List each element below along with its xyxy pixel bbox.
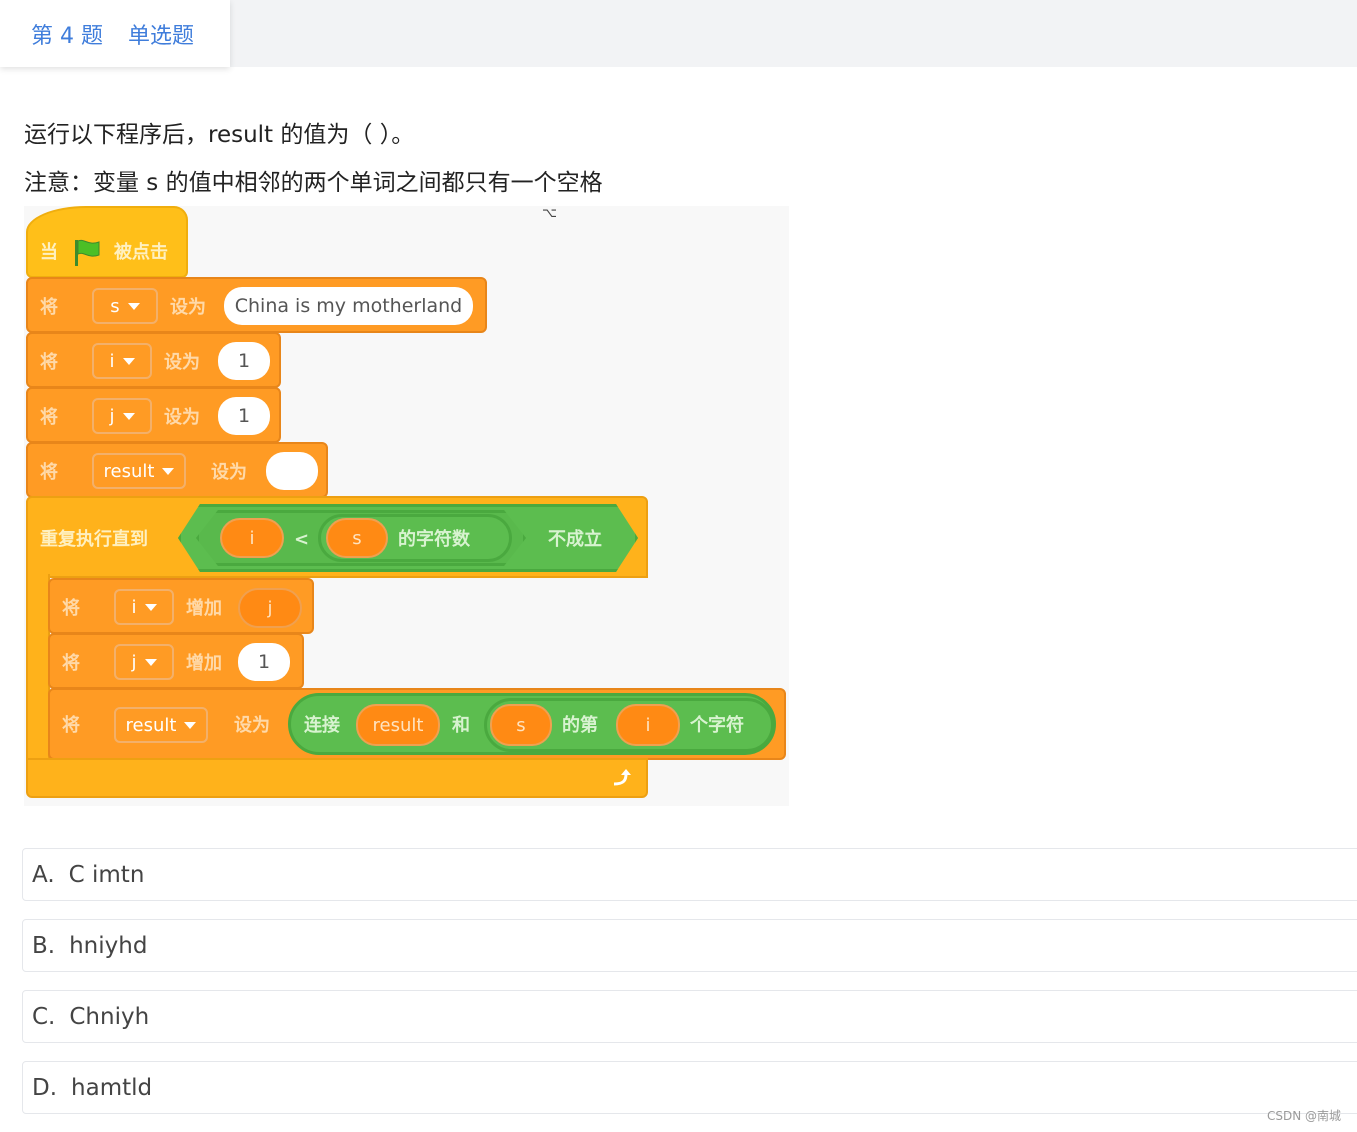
set-word: 将 [62,598,80,619]
set-result-join-block: 将 result 设为 连接 result 和 s 的第 i 个字符 [48,688,786,760]
cursor-icon: ⌥ [542,206,557,221]
value-input-j[interactable]: 1 [218,397,270,435]
var-dropdown-result[interactable]: result [114,707,208,743]
hat-block: 当 被点击 [26,206,188,278]
question-number: 第 4 题 [31,23,103,49]
set-word: 将 [40,462,58,483]
watermark: CSDN @南城 [1266,1109,1341,1123]
var-dropdown-j[interactable]: j [92,398,152,434]
value-input-change-j[interactable]: 1 [238,643,290,681]
chevron-down-icon [122,357,135,365]
option-text: hamtld [71,1074,153,1101]
var-reporter-s[interactable]: s [326,518,388,558]
repeat-until-top: 重复执行直到 i < s 的字符数 不成立 [26,496,648,578]
set-to-label: 设为 [234,715,270,736]
value-input-i[interactable]: 1 [218,342,270,380]
set-word: 将 [40,407,58,428]
change-by-label: 增加 [186,653,222,674]
set-to-label: 设为 [211,462,247,483]
option-text: hniyhd [69,932,148,959]
value-input-s[interactable]: China is my motherland [224,287,473,325]
option-d[interactable]: D. hamtld [22,1061,1357,1114]
length-label: 的字符数 [398,529,470,550]
dropdown-label: result [125,714,177,736]
change-i-block: 将 i 增加 j [48,578,314,634]
option-label: D. [32,1074,58,1101]
hat-when: 当 [40,242,58,263]
dropdown-label: result [103,460,155,482]
set-word: 将 [40,352,58,373]
scratch-program-image: ⌥ 当 被点击 将 s 设为 China is my motherland 将 … [24,206,789,806]
set-to-label: 设为 [164,407,200,428]
chevron-down-icon [144,603,157,611]
option-text: Chniyh [69,1003,150,1030]
var-dropdown-i[interactable]: i [114,589,174,625]
dropdown-label: i [109,350,115,372]
chevron-down-icon [122,412,135,420]
option-label: B. [32,932,56,959]
hat-clicked: 被点击 [114,242,168,263]
repeat-label: 重复执行直到 [40,529,148,550]
var-reporter-result[interactable]: result [356,704,440,746]
set-to-label: 设为 [164,352,200,373]
var-dropdown-i[interactable]: i [92,343,152,379]
dropdown-label: i [131,596,137,618]
option-label: C. [32,1003,56,1030]
change-by-label: 增加 [186,598,222,619]
question-header-bar: 第 4 题 单选题 [0,0,1357,67]
var-reporter-i[interactable]: i [220,518,284,558]
option-text: C imtn [68,861,145,888]
option-label: A. [32,861,55,888]
set-result-block: 将 result 设为 [26,442,328,498]
chevron-down-icon [127,302,140,310]
value-input-result[interactable] [266,452,318,490]
loop-arrow-icon [613,769,631,786]
set-s-block: 将 s 设为 China is my motherland [26,277,487,333]
set-word: 将 [62,715,80,736]
option-a[interactable]: A. C imtn [22,848,1357,901]
join-label: 连接 [304,715,340,736]
green-flag-icon [75,239,100,266]
dropdown-label: s [110,295,120,317]
option-c[interactable]: C. Chniyh [22,990,1357,1043]
question-type: 单选题 [127,23,194,49]
change-j-block: 将 j 增加 1 [48,633,304,689]
less-than-operator: < [294,529,310,550]
letter-of-label: 的第 [562,715,598,736]
chevron-down-icon [162,467,175,475]
question-text: 运行以下程序后，result 的值为（ ）。 [24,122,415,148]
dropdown-label: j [131,651,137,673]
set-word: 将 [62,653,80,674]
join-and-label: 和 [452,715,470,736]
option-b[interactable]: B. hniyhd [22,919,1357,972]
chevron-down-icon [184,721,197,729]
chevron-down-icon [144,658,157,666]
char-label: 个字符 [690,715,744,736]
question-tab[interactable]: 第 4 题 单选题 [0,0,230,67]
var-reporter-s[interactable]: s [490,704,552,746]
repeat-until-bottom [26,758,648,798]
set-word: 将 [40,297,58,318]
var-dropdown-j[interactable]: j [114,644,174,680]
var-reporter-j[interactable]: j [238,588,302,628]
question-note: 注意：变量 s 的值中相邻的两个单词之间都只有一个空格 [24,170,603,196]
set-to-label: 设为 [170,297,206,318]
set-j-block: 将 j 设为 1 [26,387,281,443]
repeat-until-left-arm [26,574,50,760]
var-reporter-i[interactable]: i [616,704,680,746]
not-label: 不成立 [548,529,602,550]
dropdown-label: j [109,405,115,427]
var-dropdown-result[interactable]: result [92,453,186,489]
var-dropdown-s[interactable]: s [92,288,158,324]
set-i-block: 将 i 设为 1 [26,332,281,388]
